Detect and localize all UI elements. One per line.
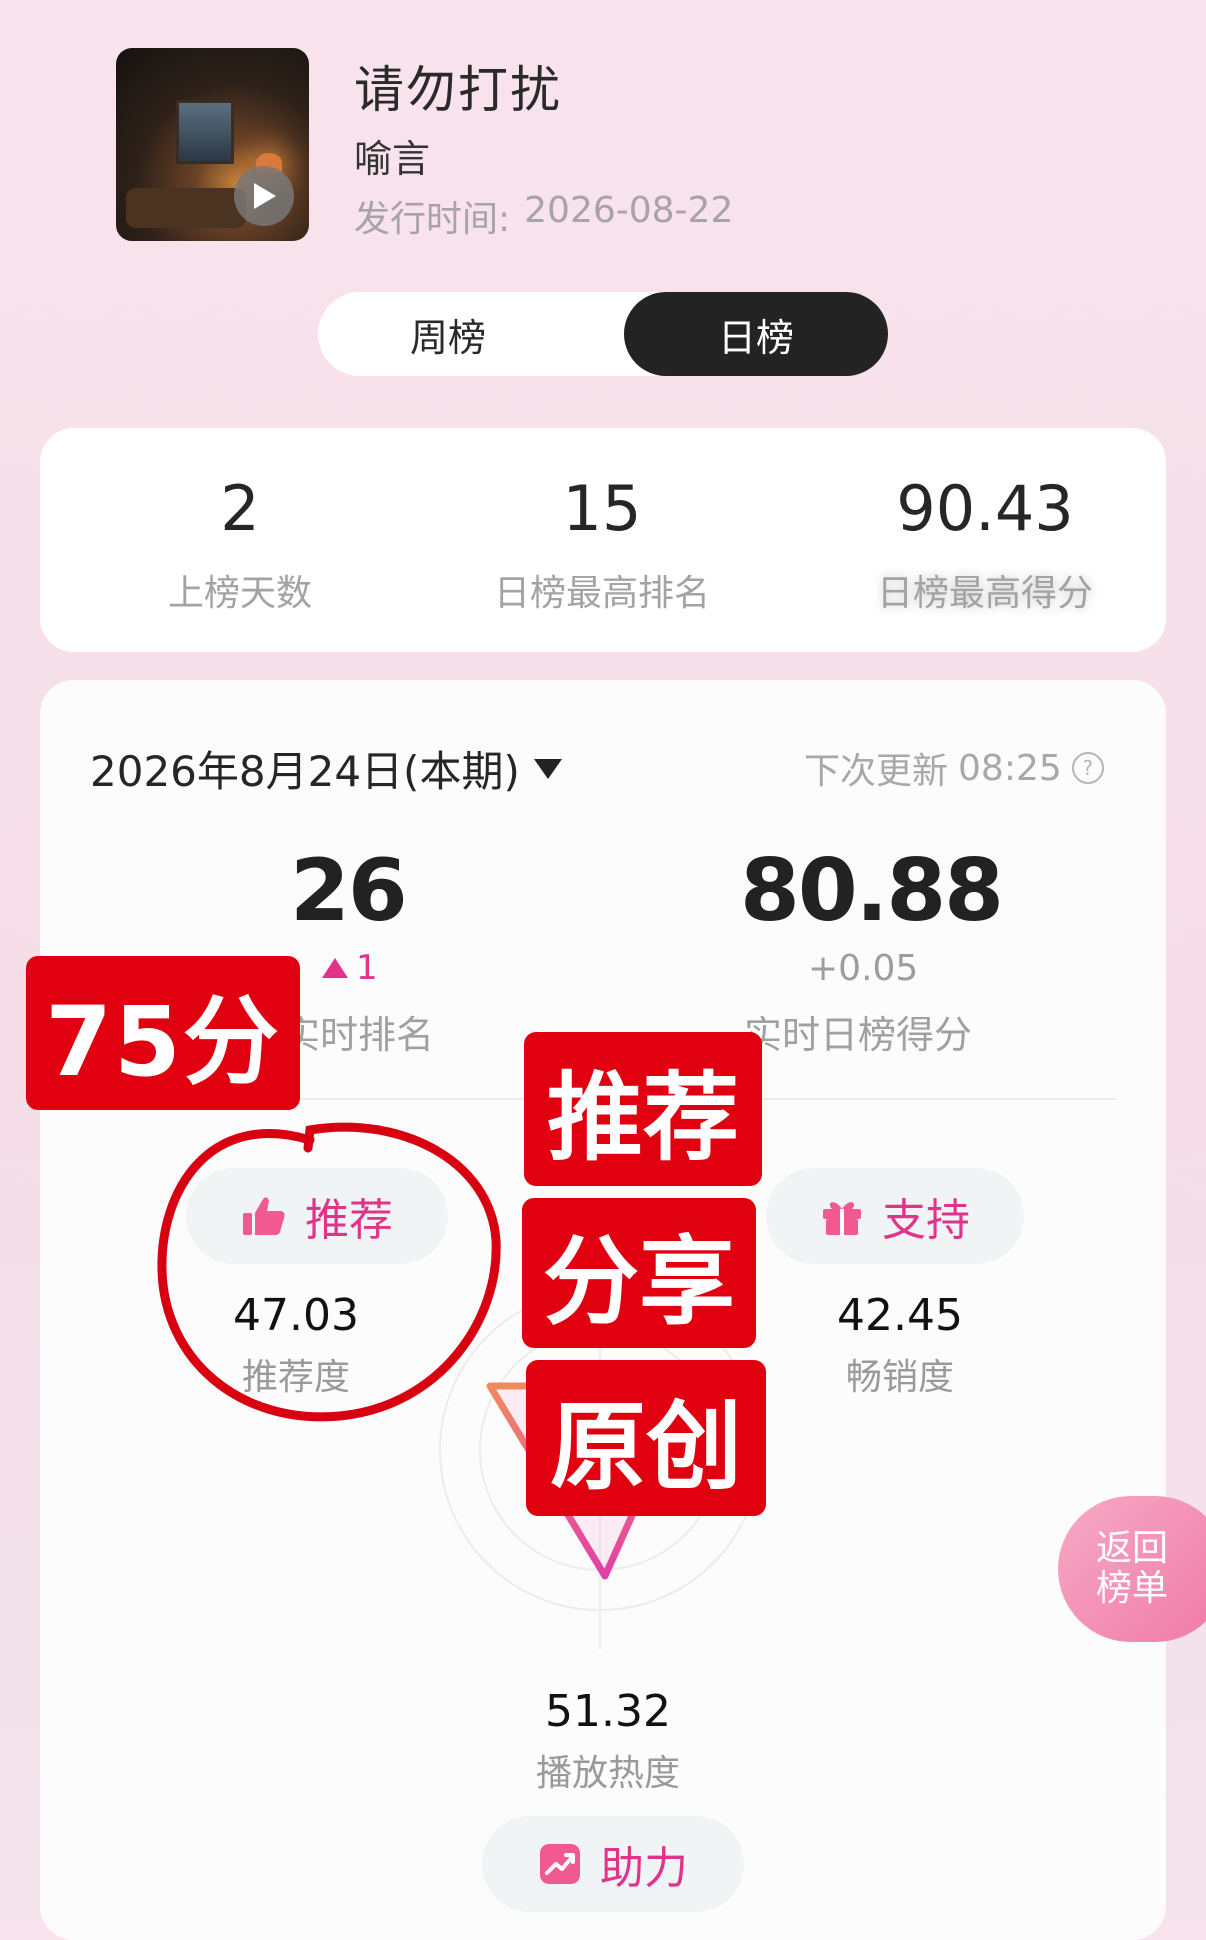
boost-label: 助力 xyxy=(600,1843,688,1894)
next-update: 下次更新 08:25 ? xyxy=(804,742,1104,794)
realtime-score: 80.88 xyxy=(740,841,1004,941)
play-icon[interactable] xyxy=(234,166,294,226)
help-circle-icon[interactable]: ? xyxy=(1071,752,1104,784)
stat-value: 15 xyxy=(562,472,642,545)
stat-days-on-chart: 2 上榜天数 xyxy=(130,478,350,616)
stat-label-blurred: 日榜最高得分 xyxy=(876,573,1093,614)
tag-recommend: 推荐 xyxy=(524,1032,762,1186)
stat-score: 90.43 日榜最高得分 xyxy=(840,478,1130,616)
realtime-score-label: 实时日榜得分 xyxy=(744,1013,973,1057)
metric-value: 42.45 xyxy=(837,1290,963,1341)
arrow-up-icon xyxy=(322,958,348,978)
trend-up-icon xyxy=(540,1844,580,1884)
back-line2: 榜单 xyxy=(1096,1568,1169,1609)
album-cover[interactable] xyxy=(116,48,309,241)
score-stamp: 75分 xyxy=(26,956,300,1110)
release-info: 发行时间: 2026-08-22 xyxy=(354,190,733,242)
chart-tabs: 周榜 日榜 xyxy=(318,292,888,376)
stat-value: 90.43 xyxy=(896,472,1074,545)
artist-name[interactable]: 喻言 xyxy=(354,128,430,183)
dropdown-triangle-icon xyxy=(533,758,562,779)
metric-play: 51.32 播放热度 xyxy=(508,1690,708,1796)
metric-value: 51.32 xyxy=(545,1686,671,1737)
stat-label: 日榜最高排名 xyxy=(493,573,710,614)
metric-sales: 42.45 畅销度 xyxy=(810,1294,990,1400)
rank-change-value: 1 xyxy=(356,948,378,988)
next-update-time: 08:25 xyxy=(958,747,1062,789)
back-to-chart-button[interactable]: 返回 榜单 xyxy=(1058,1496,1206,1642)
stat-value: 2 xyxy=(220,472,260,545)
tab-daily[interactable]: 日榜 xyxy=(624,292,888,376)
song-title: 请勿打扰 xyxy=(354,61,562,119)
next-update-label: 下次更新 xyxy=(804,751,949,792)
stat-label: 上榜天数 xyxy=(167,573,312,614)
period-label: 2026年8月24日(本期) xyxy=(90,747,520,796)
stat-best-daily-rank: 15 日榜最高排名 xyxy=(440,478,764,616)
summary-stats-card: 2 上榜天数 15 日榜最高排名 90.43 日榜最高得分 xyxy=(40,428,1166,652)
gift-icon xyxy=(823,1202,861,1235)
metric-label: 畅销度 xyxy=(845,1357,954,1398)
rank-change: 1 xyxy=(322,948,378,988)
support-label: 支持 xyxy=(882,1195,970,1246)
back-line1: 返回 xyxy=(1096,1528,1169,1569)
period-selector[interactable]: 2026年8月24日(本期) xyxy=(90,738,562,799)
tab-weekly[interactable]: 周榜 xyxy=(318,292,578,376)
tag-original: 原创 xyxy=(526,1360,766,1516)
boost-button[interactable]: 助力 xyxy=(482,1816,744,1912)
release-date: 2026-08-22 xyxy=(524,190,734,231)
release-label: 发行时间: xyxy=(354,199,511,240)
realtime-rank-label: 实时排名 xyxy=(282,1013,435,1057)
realtime-rank: 26 xyxy=(290,841,408,941)
score-change: +0.05 xyxy=(808,948,919,989)
tag-share: 分享 xyxy=(522,1198,756,1348)
hand-drawn-red-circle xyxy=(157,1122,501,1422)
metric-label: 播放热度 xyxy=(535,1753,680,1794)
support-button[interactable]: 支持 xyxy=(766,1168,1024,1264)
